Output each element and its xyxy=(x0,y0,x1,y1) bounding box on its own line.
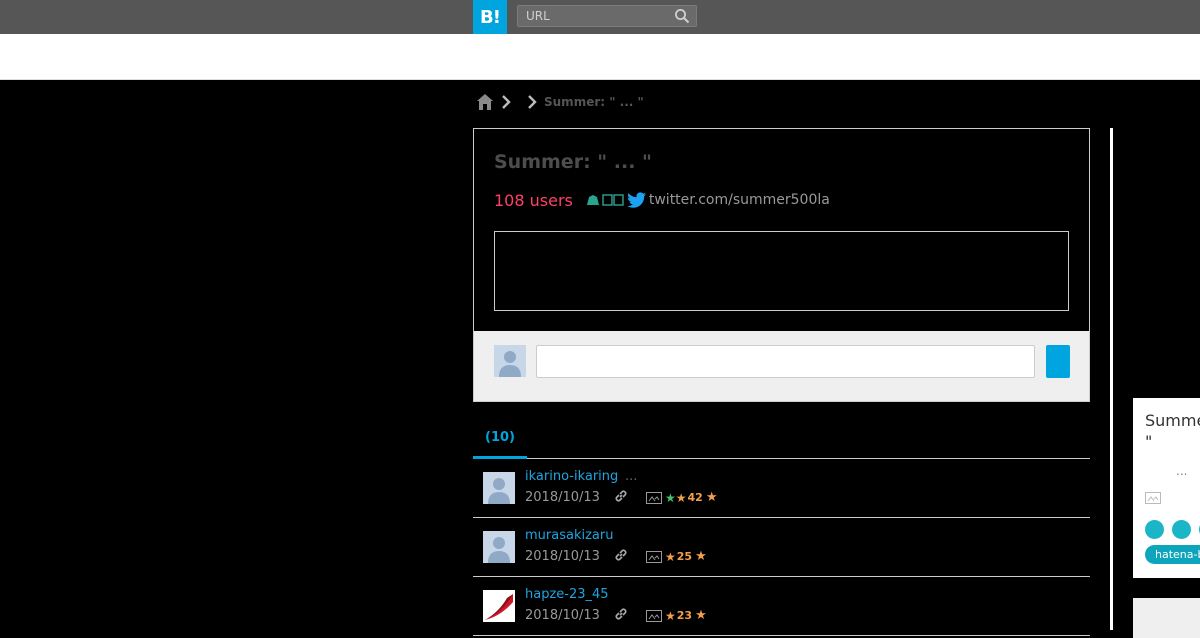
permalink-icon[interactable] xyxy=(614,548,628,562)
breadcrumb: Summer: " ... " xyxy=(476,93,644,111)
image-icon xyxy=(1145,492,1161,504)
entry-meta: 108 users twitter.com/summer500la xyxy=(494,190,830,210)
star-area: ★ 23 ★ xyxy=(646,608,707,623)
permalink-icon[interactable] xyxy=(614,607,628,621)
entry-type-icon xyxy=(602,194,624,206)
chevron-right-icon xyxy=(528,95,537,109)
tag-pill[interactable]: hatena-b xyxy=(1145,545,1200,564)
bookmark-item: ikarino-ikaring ... 2018/10/13 ★ ★ 42 ★ xyxy=(473,459,1090,518)
category-icon xyxy=(586,195,599,205)
comment-submit-button[interactable] xyxy=(1046,345,1070,378)
bookmark-item: murasakizaru 2018/10/13 ★ 25 ★ xyxy=(473,518,1090,577)
add-star-image-icon[interactable] xyxy=(646,609,662,622)
entry-title[interactable]: Summer: " ... " xyxy=(494,151,652,173)
bookmark-username[interactable]: ikarino-ikaring xyxy=(525,469,618,484)
add-star-button[interactable]: ★ xyxy=(695,549,707,564)
home-icon[interactable] xyxy=(476,93,494,111)
add-star-image-icon[interactable] xyxy=(646,491,662,504)
user-avatar[interactable] xyxy=(483,590,515,622)
related-entry-title[interactable]: Summer: " xyxy=(1145,410,1200,452)
related-entry-ellipsis: ... xyxy=(1176,464,1188,478)
share-button[interactable] xyxy=(1172,520,1191,539)
related-entry-card-2[interactable] xyxy=(1133,598,1200,638)
permalink-icon[interactable] xyxy=(614,489,628,503)
star-area: ★ ★ 42 ★ xyxy=(646,490,718,505)
hatena-bookmark-logo[interactable]: B! xyxy=(473,0,507,34)
star-icon: ★ xyxy=(665,549,676,564)
search-input[interactable] xyxy=(518,6,676,26)
green-star-icon: ★ xyxy=(665,490,676,505)
add-star-button[interactable]: ★ xyxy=(706,490,718,505)
users-count-link[interactable]: 108 users xyxy=(494,191,573,210)
search-box xyxy=(517,5,697,27)
bookmark-date[interactable]: 2018/10/13 xyxy=(525,549,600,564)
entry-embed[interactable] xyxy=(494,231,1069,311)
bookmark-list: ikarino-ikaring ... 2018/10/13 ★ ★ 42 ★ … xyxy=(473,459,1090,636)
bookmark-item: hapze-23_45 2018/10/13 ★ 23 ★ xyxy=(473,577,1090,636)
share-buttons xyxy=(1145,520,1200,539)
breadcrumb-current: Summer: " ... " xyxy=(544,95,644,109)
add-star-image-icon[interactable] xyxy=(646,550,662,563)
star-count[interactable]: 42 xyxy=(688,491,703,504)
bookmark-tabs: (10) xyxy=(473,426,1090,459)
twitter-icon xyxy=(627,192,646,208)
bookmark-date[interactable]: 2018/10/13 xyxy=(525,490,600,505)
star-count[interactable]: 25 xyxy=(677,550,692,563)
add-star-button[interactable]: ★ xyxy=(695,608,707,623)
global-nav-bar xyxy=(0,34,1200,80)
related-entry-card[interactable]: Summer: " ... hatena-b xyxy=(1133,398,1200,578)
comment-input[interactable] xyxy=(536,345,1035,378)
user-avatar[interactable] xyxy=(483,472,515,504)
chevron-right-icon xyxy=(502,95,511,109)
bookmark-username[interactable]: murasakizaru xyxy=(525,528,613,543)
star-count[interactable]: 23 xyxy=(677,609,692,622)
star-icon: ★ xyxy=(665,608,676,623)
bookmark-comment: ... xyxy=(625,469,638,484)
bookmark-date[interactable]: 2018/10/13 xyxy=(525,608,600,623)
star-icon: ★ xyxy=(675,490,687,505)
column-divider xyxy=(1110,128,1113,630)
entry-meta-icons xyxy=(585,192,647,208)
share-button[interactable] xyxy=(1145,520,1164,539)
star-area: ★ 25 ★ xyxy=(646,549,707,564)
top-bar: B! xyxy=(0,0,1200,34)
search-icon[interactable] xyxy=(674,8,690,24)
tab-comments[interactable]: (10) xyxy=(473,426,527,459)
entry-card: Summer: " ... " 108 users twitter.com/su… xyxy=(473,128,1090,331)
bookmark-username[interactable]: hapze-23_45 xyxy=(525,587,609,602)
entry-domain-link[interactable]: twitter.com/summer500la xyxy=(649,192,830,208)
user-avatar xyxy=(494,345,526,377)
comment-bar xyxy=(473,331,1090,402)
user-avatar[interactable] xyxy=(483,531,515,563)
